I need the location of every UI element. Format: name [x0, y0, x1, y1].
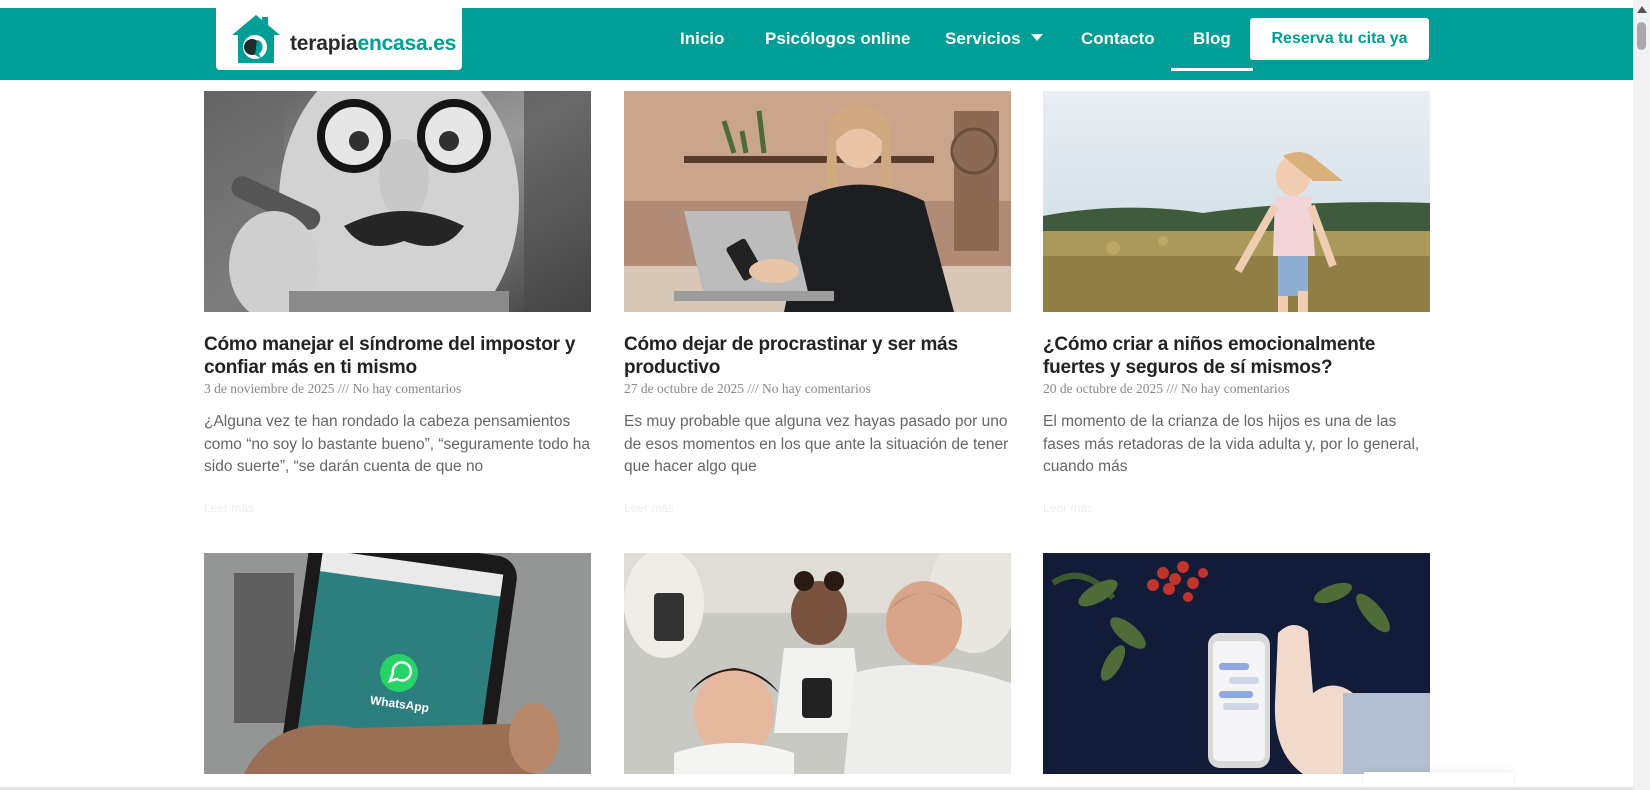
post-date: 27 de octubre de 2025	[624, 381, 744, 396]
top-strip	[0, 0, 1633, 8]
site-logo[interactable]: terapiaencasa.es	[216, 8, 462, 70]
woman-laptop-image	[624, 91, 1011, 312]
post-thumbnail[interactable]	[624, 91, 1011, 312]
meta-separator: ///	[747, 381, 759, 396]
house-logo-icon	[232, 15, 280, 63]
scroll-up-arrow-icon[interactable]	[1637, 6, 1647, 13]
nav-item-inicio[interactable]: Inicio	[680, 29, 724, 49]
post-comments[interactable]: No hay comentarios	[762, 381, 871, 396]
read-more-link[interactable]: Leer más	[624, 501, 1011, 515]
post-date: 20 de octubre de 2025	[1043, 381, 1163, 396]
post-meta: 20 de octubre de 2025 /// No hay comenta…	[1043, 381, 1430, 397]
post-card: WhatsApp	[204, 553, 591, 774]
post-comments[interactable]: No hay comentarios	[1181, 381, 1290, 396]
logo-text-main: terapia	[290, 32, 358, 55]
nav-item-servicios-label: Servicios	[945, 29, 1021, 48]
logo-text-accent: encasa	[357, 32, 428, 55]
read-more-link[interactable]: Leer más	[204, 501, 591, 515]
nav-item-contacto[interactable]: Contacto	[1081, 29, 1155, 49]
family-phones-image	[624, 553, 1011, 774]
logo-text-tld: .es	[427, 32, 457, 55]
logo-wordmark: terapiaencasa.es	[290, 32, 456, 56]
meta-separator: ///	[1166, 381, 1178, 396]
post-date: 3 de noviembre de 2025	[204, 381, 335, 396]
nav-item-blog[interactable]: Blog	[1171, 29, 1253, 71]
post-title[interactable]: Cómo dejar de procrastinar y ser más pro…	[624, 333, 1011, 379]
post-excerpt: ¿Alguna vez te han rondado la cabeza pen…	[204, 413, 591, 475]
hand-phone-dark-image	[1043, 553, 1430, 774]
man-disguise-image	[204, 91, 591, 312]
meta-separator: ///	[337, 381, 350, 396]
page-scrollbar[interactable]	[1633, 0, 1650, 790]
book-appointment-button[interactable]: Reserva tu cita ya	[1250, 18, 1429, 60]
post-excerpt: El momento de la crianza de los hijos es…	[1043, 413, 1420, 475]
nav-item-psicologos-online[interactable]: Psicólogos online	[765, 29, 910, 49]
post-excerpt: Es muy probable que alguna vez hayas pas…	[624, 413, 1009, 475]
girl-field-image	[1043, 91, 1430, 312]
post-card: Cómo dejar de procrastinar y ser más pro…	[624, 91, 1011, 515]
site-header: terapiaencasa.es Inicio Psicólogos onlin…	[0, 8, 1633, 80]
nav-item-servicios[interactable]: Servicios	[945, 29, 1043, 49]
post-meta: 3 de noviembre de 2025 /// No hay coment…	[204, 381, 591, 397]
post-card	[624, 553, 1011, 774]
scrollbar-thumb[interactable]	[1637, 22, 1646, 50]
whatsapp-phone-image: WhatsApp	[204, 553, 591, 774]
post-thumbnail[interactable]	[1043, 91, 1430, 312]
post-thumbnail[interactable]	[624, 553, 1011, 774]
post-card	[1043, 553, 1430, 774]
post-card: ¿Cómo criar a niños emocionalmente fuert…	[1043, 91, 1430, 515]
post-comments[interactable]: No hay comentarios	[352, 381, 461, 396]
post-meta: 27 de octubre de 2025 /// No hay comenta…	[624, 381, 1011, 397]
chevron-down-icon	[1030, 34, 1043, 42]
post-thumbnail[interactable]	[204, 91, 591, 312]
post-title[interactable]: Cómo manejar el síndrome del impostor y …	[204, 333, 591, 379]
post-title[interactable]: ¿Cómo criar a niños emocionalmente fuert…	[1043, 333, 1430, 379]
post-thumbnail[interactable]	[1043, 553, 1430, 774]
read-more-link[interactable]: Leer más	[1043, 501, 1430, 515]
post-thumbnail[interactable]: WhatsApp	[204, 553, 591, 774]
post-card: Cómo manejar el síndrome del impostor y …	[204, 91, 591, 515]
